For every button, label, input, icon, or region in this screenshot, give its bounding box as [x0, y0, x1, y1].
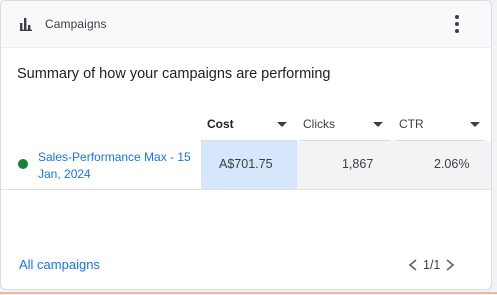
page-indicator: 1/1 — [423, 258, 441, 272]
all-campaigns-link[interactable]: All campaigns — [19, 257, 100, 272]
table-row: Sales-Performance Max - 15 Jan, 2024 A$7… — [1, 141, 491, 190]
column-header-cost[interactable]: Cost — [207, 117, 234, 131]
sort-arrow-clicks-icon[interactable] — [373, 122, 383, 127]
card-header: Campaigns — [1, 1, 491, 48]
column-header-ctr[interactable]: CTR — [399, 117, 424, 131]
sort-arrow-cost-icon[interactable] — [277, 122, 287, 127]
chevron-left-icon[interactable] — [407, 258, 419, 272]
campaign-name-link[interactable]: Sales-Performance Max - 15 Jan, 2024 — [38, 149, 198, 183]
sort-arrow-ctr-icon[interactable] — [470, 122, 480, 127]
cost-value: A$701.75 — [219, 157, 273, 171]
column-header-clicks[interactable]: Clicks — [303, 117, 335, 131]
clicks-value: 1,867 — [342, 157, 374, 171]
campaigns-card: Campaigns Summary of how your campaigns … — [0, 0, 492, 290]
ctr-value: 2.06% — [434, 157, 470, 171]
page-bottom-border — [0, 292, 497, 294]
pagination: 1/1 — [407, 255, 456, 275]
bar-chart-icon — [20, 18, 32, 31]
status-dot-icon — [18, 159, 28, 169]
summary-text: Summary of how your campaigns are perfor… — [17, 66, 331, 82]
chevron-right-icon[interactable] — [444, 258, 456, 272]
card-title: Campaigns — [45, 17, 107, 31]
more-vert-icon[interactable] — [449, 13, 465, 35]
